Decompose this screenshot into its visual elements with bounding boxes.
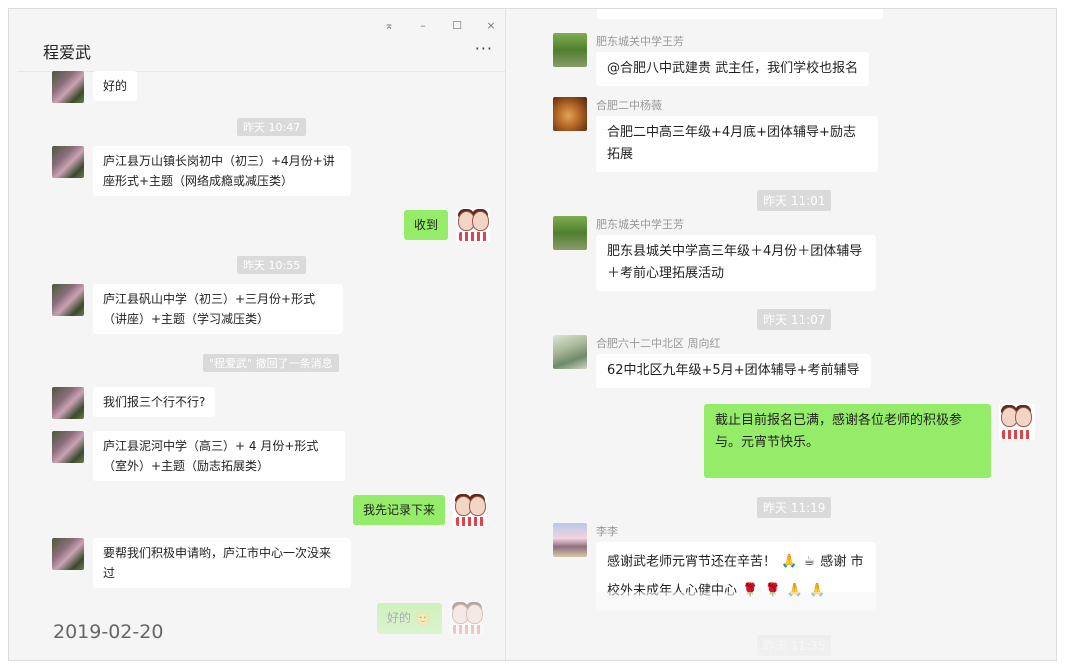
timestamp: 昨天 10:55 (237, 256, 307, 274)
message-bubble: 收到 (404, 210, 449, 240)
sender-name: 合肥六十二中北区 周向红 (596, 337, 721, 350)
chat-message-self: 收到 (404, 208, 491, 242)
timestamp: 昨天 11:01 (757, 190, 832, 211)
sender-name: 李李 (596, 525, 618, 538)
message-bubble: 庐江县矾山中学（初三）+三月份+形式（讲座）+主题（学习减压类） (93, 284, 343, 334)
chat-message: 肥东城关中学王芳 @合肥八中武建贵 武主任，我们学校也报名 (553, 33, 870, 86)
chat-message-self: 截止目前报名已满，感谢各位老师的积极参与。元宵节快乐。 (704, 404, 1035, 478)
message-text: 好的 (387, 611, 412, 625)
avatar[interactable] (52, 538, 84, 570)
minimize-icon[interactable]: – (415, 19, 431, 32)
message-bubble: 62中北区九年级+5月+团体辅导+考前辅导 (596, 354, 871, 388)
chat-message: 要帮我们积极申请哟，庐江市中心一次没来过 (52, 538, 351, 588)
smile-emoji-icon: 🙂 (415, 611, 431, 626)
rose-emoji-icon: 🌹 (742, 582, 759, 598)
message-bubble: 截止目前报名已满，感谢各位老师的积极参与。元宵节快乐。 (704, 404, 991, 478)
chat-message: 合肥二中杨薇 合肥二中高三年级+4月底+团体辅导+励志拓展 (553, 97, 878, 172)
message-bubble: 好的 🙂 (377, 603, 442, 634)
window-controls: ⌅ – ☐ × (381, 19, 499, 32)
avatar[interactable] (52, 284, 84, 316)
chat-message: 李李 感谢武老师元宵节还在辛苦！ 🙏 ☕ 感谢 市校外未成年人心健中心 🌹 🌹 … (553, 523, 876, 611)
avatar[interactable] (52, 387, 84, 419)
timestamp: 昨天 11:19 (757, 497, 832, 518)
chat-message: 我们报三个行不行? (52, 387, 216, 419)
coffee-emoji-icon: ☕ (803, 554, 816, 569)
chat-message: 好的 (52, 71, 138, 103)
message-bubble: 好的 (93, 71, 138, 101)
message-bubble: 我先记录下来 (353, 495, 446, 525)
more-options-icon[interactable]: ··· (475, 39, 493, 58)
praying-hands-emoji-icon: 🙏 (781, 554, 798, 569)
chat-message: 庐江县泥河中学（高三）+ 4 月份+形式（室外）+主题（励志拓展类） (52, 431, 345, 481)
avatar[interactable] (52, 71, 84, 103)
left-chat-pane: ⌅ – ☐ × 程爱武 ··· 好的 昨天 10:47 庐江县万山镇长岗初中（初… (17, 9, 506, 660)
chat-title: 程爱武 (43, 43, 92, 62)
chat-screenshot-frame: ⌅ – ☐ × 程爱武 ··· 好的 昨天 10:47 庐江县万山镇长岗初中（初… (8, 8, 1057, 661)
sender-name: 肥东城关中学王芳 (596, 35, 684, 48)
praying-hands-emoji-icon: 🙏 (809, 582, 826, 598)
date-overlay: 2019-02-20 (53, 621, 164, 643)
chat-message: 庐江县万山镇长岗初中（初三）+4月份+讲座形式+主题（网络成瘾或减压类） (52, 146, 351, 196)
chat-message-self: 好的 🙂 (377, 601, 484, 635)
message-bubble-partial (597, 9, 883, 19)
avatar[interactable] (553, 335, 587, 369)
message-text: 感谢 (820, 554, 847, 570)
avatar[interactable] (456, 208, 491, 242)
chat-message: 合肥六十二中北区 周向红 62中北区九年级+5月+团体辅导+考前辅导 (553, 335, 871, 388)
timestamp: 昨天 11:35 (757, 635, 832, 656)
message-bubble: @合肥八中武建贵 武主任，我们学校也报名 (596, 52, 870, 86)
chat-message-self: 我先记录下来 (353, 493, 488, 527)
avatar[interactable] (999, 404, 1035, 440)
sender-name: 合肥二中杨薇 (596, 99, 662, 112)
close-icon[interactable]: × (483, 19, 499, 32)
avatar[interactable] (553, 523, 587, 557)
sender-name: 肥东城关中学王芳 (596, 218, 684, 231)
message-bubble: 要帮我们积极申请哟，庐江市中心一次没来过 (93, 538, 351, 588)
praying-hands-emoji-icon: 🙏 (786, 582, 803, 598)
timestamp: 昨天 10:47 (237, 118, 307, 136)
avatar[interactable] (553, 97, 587, 131)
right-chat-pane: 肥东城关中学王芳 @合肥八中武建贵 武主任，我们学校也报名 合肥二中杨薇 合肥二… (517, 9, 1056, 660)
message-bubble: 合肥二中高三年级+4月底+团体辅导+励志拓展 (596, 116, 878, 172)
chat-message: 肥东城关中学王芳 肥东县城关中学高三年级＋4月份＋团体辅导＋考前心理拓展活动 (553, 216, 876, 291)
recall-notice: "程爱武" 撤回了一条消息 (203, 354, 339, 372)
message-bubble: 庐江县万山镇长岗初中（初三）+4月份+讲座形式+主题（网络成瘾或减压类） (93, 146, 351, 196)
avatar[interactable] (553, 33, 587, 67)
message-text: 感谢武老师元宵节还在辛苦！ (607, 554, 777, 570)
maximize-icon[interactable]: ☐ (449, 19, 465, 32)
avatar[interactable] (449, 601, 484, 635)
message-bubble: 感谢武老师元宵节还在辛苦！ 🙏 ☕ 感谢 市校外未成年人心健中心 🌹 🌹 🙏 🙏 (596, 542, 876, 611)
avatar[interactable] (553, 216, 587, 250)
message-bubble: 我们报三个行不行? (93, 387, 216, 417)
avatar[interactable] (52, 431, 84, 463)
avatar[interactable] (453, 493, 488, 527)
avatar[interactable] (52, 146, 84, 178)
rose-emoji-icon: 🌹 (764, 582, 781, 598)
message-bubble: 庐江县泥河中学（高三）+ 4 月份+形式（室外）+主题（励志拓展类） (93, 431, 345, 481)
pin-icon[interactable]: ⌅ (381, 19, 397, 32)
message-bubble: 肥东县城关中学高三年级＋4月份＋团体辅导＋考前心理拓展活动 (596, 235, 876, 291)
timestamp: 昨天 11:07 (757, 309, 832, 330)
chat-message: 庐江县矾山中学（初三）+三月份+形式（讲座）+主题（学习减压类） (52, 284, 343, 334)
